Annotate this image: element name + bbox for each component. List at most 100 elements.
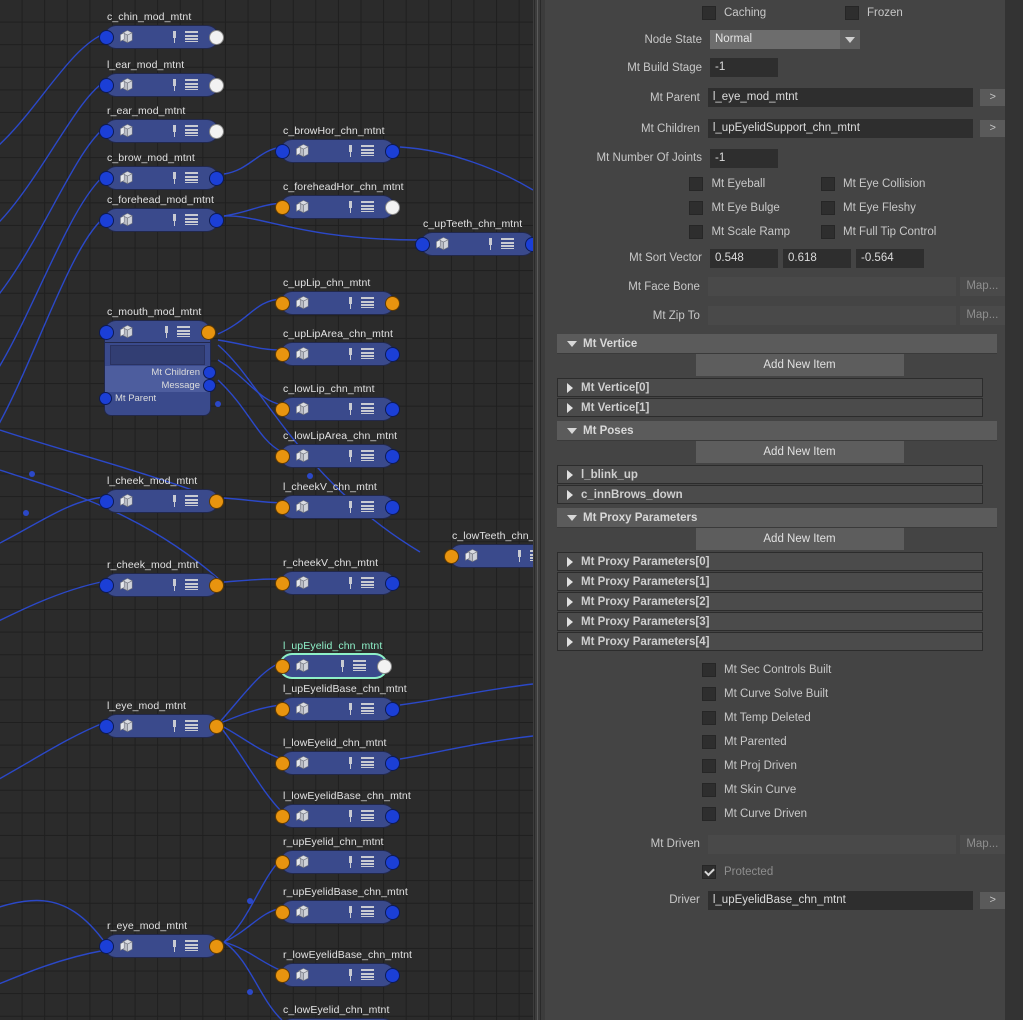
graph-node[interactable]: r_upEyelid_chn_mtnt <box>276 836 399 873</box>
list-icon[interactable] <box>361 201 374 212</box>
node-input-port[interactable] <box>100 939 113 953</box>
checkbox-box[interactable] <box>689 201 704 215</box>
section-header[interactable]: Mt Proxy Parameters <box>557 508 997 527</box>
graph-node[interactable]: c_chin_mod_mtnt <box>100 11 223 48</box>
list-icon[interactable] <box>361 145 374 156</box>
chevron-right-icon[interactable] <box>567 636 573 647</box>
checkbox-mt-parented[interactable]: Mt Parented <box>702 735 787 749</box>
graph-node[interactable]: c_brow_mod_mtnt <box>100 152 223 189</box>
node-state-value[interactable]: Normal <box>710 30 840 49</box>
pin-icon[interactable] <box>170 720 178 732</box>
node-input-port[interactable] <box>276 500 289 514</box>
protected-checkbox-box[interactable] <box>702 865 716 879</box>
caching-checkbox[interactable]: Caching <box>702 6 845 20</box>
list-icon[interactable] <box>361 969 374 980</box>
checkbox-box[interactable] <box>702 687 716 701</box>
graph-node[interactable]: c_upLip_chn_mtnt <box>276 277 399 314</box>
mt-face-bone-map-button[interactable]: Map... <box>959 277 1005 296</box>
chevron-right-icon[interactable] <box>567 489 573 500</box>
node-input-port[interactable] <box>100 213 113 227</box>
checkbox-box[interactable] <box>702 807 716 821</box>
node-input-port[interactable] <box>276 855 289 869</box>
driver-input[interactable]: l_upEyelidBase_chn_mtnt <box>707 890 974 910</box>
node-attribute-port[interactable] <box>100 393 111 404</box>
pin-icon[interactable] <box>346 577 354 589</box>
list-icon[interactable] <box>361 348 374 359</box>
graph-node[interactable]: r_cheekV_chn_mtnt <box>276 557 399 594</box>
mt-driven-map-button[interactable]: Map... <box>959 834 1005 854</box>
node-output-port[interactable] <box>210 124 223 138</box>
graph-node[interactable]: r_ear_mod_mtnt <box>100 105 223 142</box>
graph-node[interactable]: c_upLipArea_chn_mtnt <box>276 328 399 365</box>
list-icon[interactable] <box>361 810 374 821</box>
chevron-down-icon[interactable] <box>567 340 577 347</box>
node-name-field[interactable] <box>111 346 204 364</box>
checkbox-mt-curve-solve-built[interactable]: Mt Curve Solve Built <box>702 687 828 701</box>
mt-face-bone-input[interactable] <box>707 277 956 296</box>
checkbox-mt-skin-curve[interactable]: Mt Skin Curve <box>702 783 796 797</box>
mt-sort-vector-y[interactable]: 0.618 <box>783 248 851 268</box>
node-output-port[interactable] <box>210 578 223 592</box>
checkbox-mt-sec-controls-built[interactable]: Mt Sec Controls Built <box>702 663 831 677</box>
node-output-port[interactable] <box>386 347 399 361</box>
pin-icon[interactable] <box>170 125 178 137</box>
graph-node[interactable]: l_upEyelid_chn_mtnt <box>276 640 391 677</box>
chevron-right-icon[interactable] <box>567 576 573 587</box>
node-output-port[interactable] <box>386 756 399 770</box>
list-icon[interactable] <box>361 757 374 768</box>
list-icon[interactable] <box>361 906 374 917</box>
node-input-port[interactable] <box>276 809 289 823</box>
graph-node[interactable]: r_upEyelidBase_chn_mtnt <box>276 886 408 923</box>
mt-build-stage-input[interactable]: -1 <box>710 58 778 77</box>
mt-number-of-joints-input[interactable]: -1 <box>710 148 778 168</box>
array-item[interactable]: Mt Vertice[0] <box>557 378 983 397</box>
node-input-port[interactable] <box>276 576 289 590</box>
node-input-port[interactable] <box>445 549 458 563</box>
checkbox-box[interactable] <box>821 177 835 191</box>
checkbox-box[interactable] <box>689 177 704 191</box>
node-output-port[interactable] <box>386 144 399 158</box>
checkbox-mt-eyeball[interactable]: Mt Eyeball <box>689 177 821 191</box>
checkbox-mt-scale-ramp[interactable]: Mt Scale Ramp <box>689 225 821 239</box>
node-output-port[interactable] <box>210 171 223 185</box>
mt-children-input[interactable]: l_upEyelidSupport_chn_mtnt <box>707 119 974 138</box>
pin-icon[interactable] <box>346 757 354 769</box>
array-item[interactable]: Mt Proxy Parameters[4] <box>557 632 983 651</box>
graph-node[interactable]: r_cheek_mod_mtnt <box>100 559 223 596</box>
list-icon[interactable] <box>185 125 198 136</box>
chevron-right-icon[interactable] <box>567 596 573 607</box>
pin-icon[interactable] <box>170 31 178 43</box>
checkbox-mt-eye-bulge[interactable]: Mt Eye Bulge <box>689 201 821 215</box>
checkbox-box[interactable] <box>821 225 835 239</box>
node-output-port[interactable] <box>386 855 399 869</box>
node-input-port[interactable] <box>100 325 113 339</box>
checkbox-box[interactable] <box>689 225 704 239</box>
graph-node[interactable]: c_lowLip_chn_mtnt <box>276 383 399 420</box>
list-icon[interactable] <box>185 172 198 183</box>
pin-icon[interactable] <box>486 238 494 250</box>
pin-icon[interactable] <box>346 450 354 462</box>
chevron-down-icon[interactable] <box>567 427 577 434</box>
pin-icon[interactable] <box>338 660 346 672</box>
list-icon[interactable] <box>501 238 514 249</box>
pin-icon[interactable] <box>346 969 354 981</box>
list-icon[interactable] <box>353 660 366 671</box>
node-output-port[interactable] <box>210 30 223 44</box>
frozen-checkbox[interactable]: Frozen <box>845 6 903 20</box>
array-item[interactable]: c_innBrows_down <box>557 485 983 504</box>
list-icon[interactable] <box>361 703 374 714</box>
node-input-port[interactable] <box>100 78 113 92</box>
graph-node[interactable]: l_eye_mod_mtnt <box>100 700 223 737</box>
node-attribute-row[interactable]: Message <box>105 379 215 392</box>
graph-node[interactable]: l_lowEyelidBase_chn_mtnt <box>276 790 411 827</box>
mt-zip-to-input[interactable] <box>707 306 956 325</box>
graph-node[interactable]: l_lowEyelid_chn_mtnt <box>276 737 399 774</box>
array-item[interactable]: Mt Proxy Parameters[2] <box>557 592 983 611</box>
graph-node-expanded-header[interactable]: c_mouth_mod_mtnt <box>100 306 215 343</box>
graph-node[interactable]: l_upEyelidBase_chn_mtnt <box>276 683 407 720</box>
pin-icon[interactable] <box>346 810 354 822</box>
checkbox-mt-eye-fleshy[interactable]: Mt Eye Fleshy <box>821 201 1005 215</box>
pin-icon[interactable] <box>170 214 178 226</box>
chevron-right-icon[interactable] <box>567 402 573 413</box>
checkbox-mt-temp-deleted[interactable]: Mt Temp Deleted <box>702 711 811 725</box>
